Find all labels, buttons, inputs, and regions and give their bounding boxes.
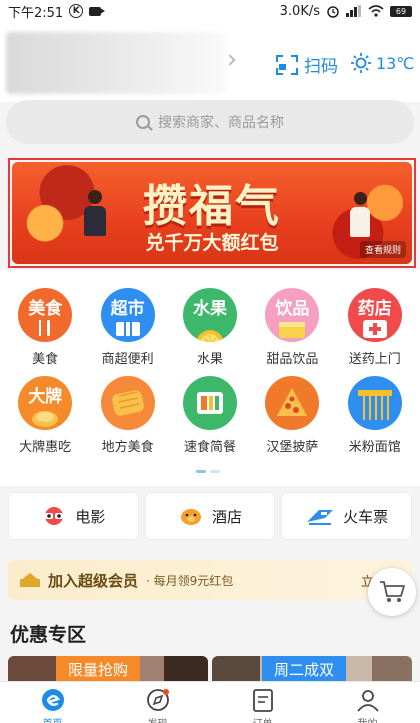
promo-card-tuesday[interactable]: 周二成双 [212, 656, 412, 682]
pizza-icon [265, 376, 320, 430]
category-pizza[interactable]: 汉堡披萨 [252, 376, 332, 455]
category-drinks[interactable]: 饮品 甜品饮品 [252, 288, 332, 367]
weather-widget[interactable]: 13℃ [350, 52, 414, 74]
category-label: 大牌惠吃 [19, 440, 72, 455]
category-label: 甜品饮品 [266, 352, 319, 367]
category-noodles[interactable]: 米粉面馆 [335, 376, 415, 455]
fast-food-icon [182, 376, 237, 430]
alarm-icon [327, 6, 339, 18]
category-label: 水果 [196, 352, 223, 367]
sun-icon [351, 53, 371, 73]
hotel-label: 酒店 [212, 507, 243, 526]
flash-sale-tag: 限量抢购 [56, 656, 141, 682]
brand-icon: 大牌 [18, 376, 73, 430]
tuesday-deal-tag: 周二成双 [262, 656, 347, 682]
category-fast-food[interactable]: 速食简餐 [170, 376, 250, 455]
tab-label: 首页 [43, 715, 63, 723]
category-label: 送药上门 [348, 352, 401, 367]
chevron-down-icon[interactable] [224, 54, 236, 66]
tab-orders[interactable]: 订单 [210, 682, 315, 723]
search-icon [136, 115, 150, 129]
category-label: 地方美食 [101, 440, 154, 455]
category-fruit[interactable]: 水果 水果 [170, 288, 250, 367]
tab-profile[interactable]: 我的 [315, 682, 420, 723]
super-member-banner[interactable]: 加入超级会员 · 每月领9元红包 立即开 [8, 560, 412, 600]
fruit-icon: 水果 [182, 288, 237, 342]
tab-label: 发现 [148, 715, 168, 723]
promo-card-flash-sale[interactable]: 限量抢购 [8, 656, 208, 682]
category-label: 商超便利 [101, 352, 154, 367]
services-row: 电影 酒店 火车票 [0, 486, 420, 546]
video-icon [89, 6, 106, 16]
local-food-icon [100, 376, 155, 430]
search-placeholder: 搜索商家、商品名称 [158, 115, 284, 131]
train-ticket-label: 火车票 [343, 507, 389, 526]
promo-section-title: 优惠专区 [10, 624, 87, 646]
tab-label: 订单 [253, 715, 273, 723]
status-time: 下午2:51 [8, 5, 64, 21]
movie-label: 电影 [75, 507, 106, 526]
member-subtitle: · 每月领9元红包 [146, 573, 234, 588]
temperature: 13℃ [376, 53, 415, 73]
search-input[interactable]: 搜索商家、商品名称 [6, 100, 414, 144]
status-bar: 下午2:51 K 3.0K/s 69 [0, 0, 420, 22]
category-label: 米粉面馆 [348, 440, 401, 455]
category-pharmacy[interactable]: 药店 送药上门 [335, 288, 415, 367]
category-brand[interactable]: 大牌 大牌惠吃 [5, 376, 85, 455]
scan-label: 扫码 [304, 57, 338, 77]
bottom-tab-bar: 首页 发现 订单 我的 [0, 681, 420, 723]
member-title: 加入超级会员 [48, 571, 139, 590]
drink-icon: 饮品 [265, 288, 320, 342]
promo-banner[interactable]: 攒福气 兑千万大额红包 查看规则 [12, 162, 412, 264]
promo-cards: 限量抢购 周二成双 [0, 656, 420, 682]
hotel-pig-icon [181, 509, 201, 525]
category-local-food[interactable]: 地方美食 [88, 376, 168, 455]
category-label: 美食 [32, 352, 59, 367]
hotel-button[interactable]: 酒店 [144, 492, 276, 540]
tab-discover[interactable]: 发现 [105, 682, 210, 723]
category-food[interactable]: 美食 美食 [5, 288, 85, 367]
food-icon: 美食 [18, 288, 73, 342]
signal-icon [346, 5, 361, 17]
compass-icon [145, 687, 171, 713]
location-address[interactable] [6, 32, 226, 94]
home-e-icon [40, 687, 66, 713]
network-speed: 3.0K/s [279, 3, 320, 19]
banner-subtitle: 兑千万大额红包 [145, 232, 279, 254]
train-ticket-icon [307, 510, 334, 525]
crown-icon [20, 573, 40, 587]
category-grid: 美食 美食 超市 商超便利 水果 水果 饮品 甜品饮品 药店 送药上门 大牌 大… [0, 270, 420, 486]
page-indicator [196, 470, 220, 473]
banner-rules-link[interactable]: 查看规则 [359, 241, 406, 258]
pharmacy-icon: 药店 [347, 288, 402, 342]
search-area: 搜索商家、商品名称 [0, 100, 420, 152]
category-label: 汉堡披萨 [266, 440, 319, 455]
cart-icon [380, 581, 405, 602]
battery-icon: 69 [390, 5, 412, 17]
scan-button[interactable]: 扫码 [276, 52, 338, 77]
tab-label: 我的 [358, 715, 378, 723]
scan-icon [276, 54, 298, 75]
banner-title: 攒福气 [143, 181, 281, 232]
train-ticket-button[interactable]: 火车票 [281, 492, 413, 540]
wifi-icon [368, 5, 384, 17]
user-icon [355, 687, 381, 713]
cart-button[interactable] [368, 568, 416, 616]
category-supermarket[interactable]: 超市 商超便利 [88, 288, 168, 367]
supermarket-icon: 超市 [100, 288, 155, 342]
k-badge-icon: K [69, 4, 84, 18]
header: 扫码 13℃ [0, 22, 420, 102]
movie-glasses-icon [45, 507, 64, 525]
order-list-icon [250, 687, 276, 713]
category-label: 速食简餐 [183, 440, 236, 455]
movie-button[interactable]: 电影 [8, 492, 139, 540]
tab-home[interactable]: 首页 [0, 682, 105, 723]
noodle-icon [347, 376, 402, 430]
